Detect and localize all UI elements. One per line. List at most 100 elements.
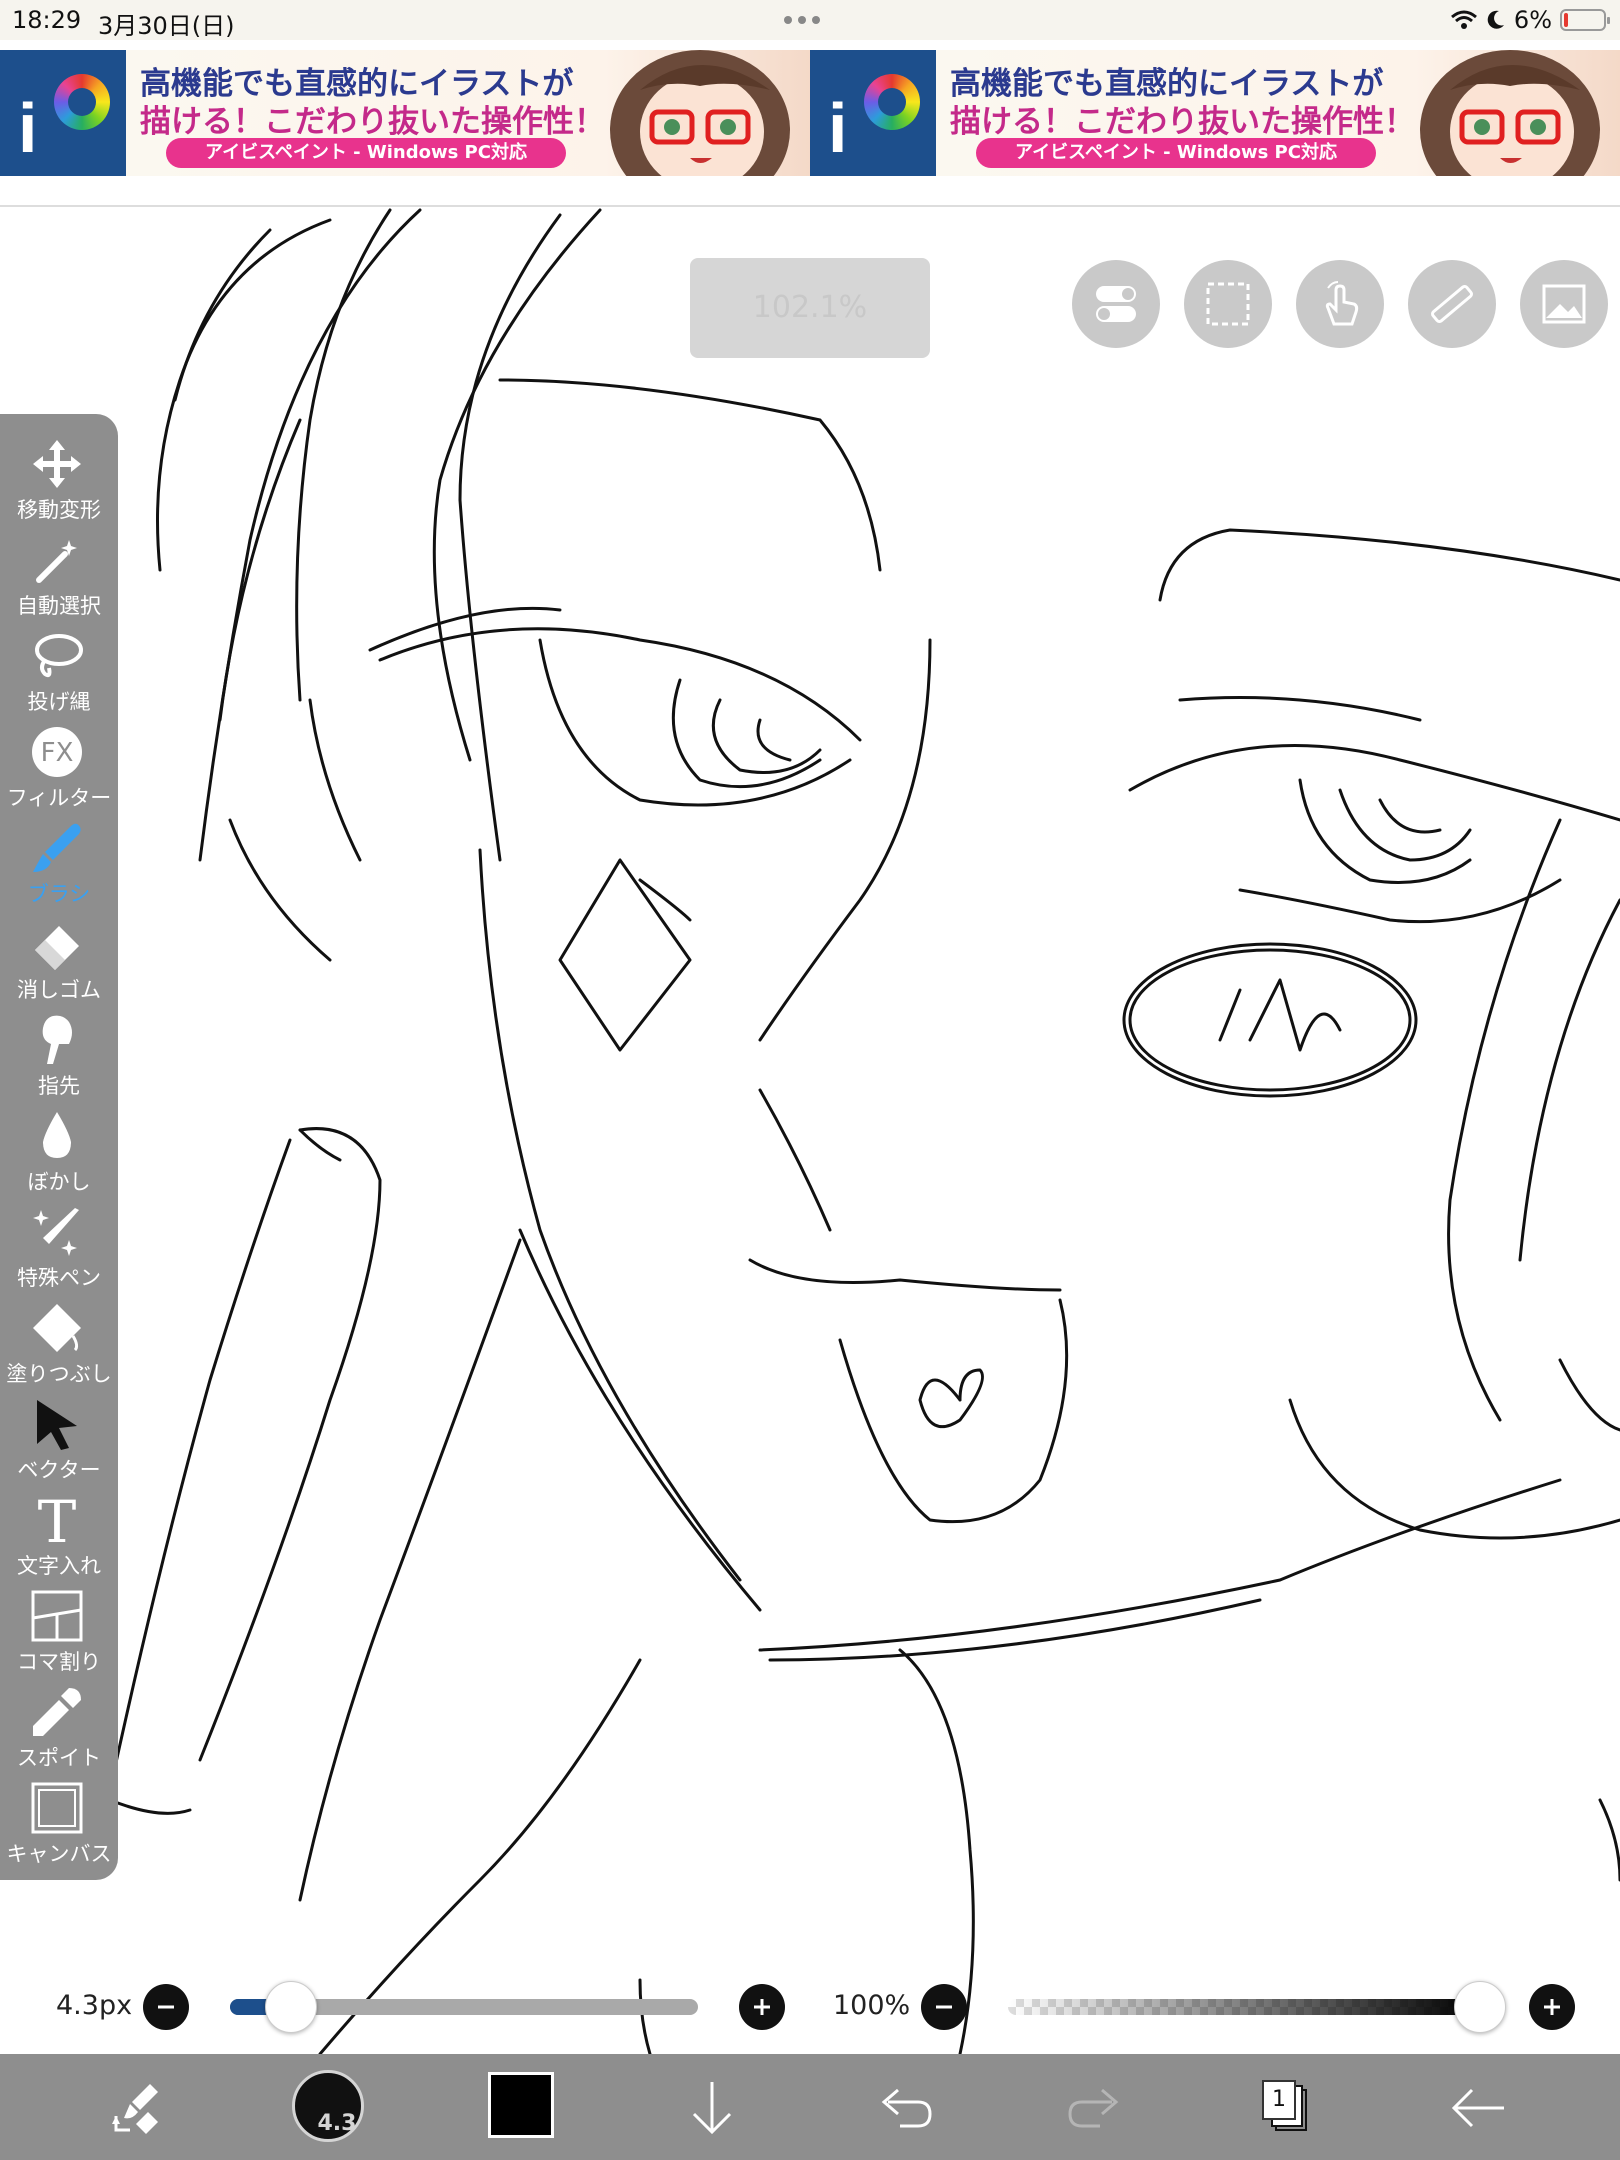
status-right: 6% (1450, 6, 1610, 34)
tool-eraser[interactable]: 消しゴム (0, 916, 118, 1012)
undo-icon (881, 2088, 932, 2128)
ad-character-illustration (610, 50, 790, 176)
ruler-icon (1431, 284, 1473, 324)
redo-icon (1068, 2088, 1119, 2128)
ad-banner[interactable]: i 高機能でも直感的にイラストが 描ける！こだわり抜いた操作性！ アイビスペイン… (0, 50, 1620, 176)
ad-unit-left[interactable]: i 高機能でも直感的にイラストが 描ける！こだわり抜いた操作性！ アイビスペイン… (0, 50, 810, 176)
brush-opacity-slider[interactable] (1008, 1999, 1480, 2015)
brush-preview-button[interactable]: 4.3 (292, 2070, 364, 2142)
magic-wand-icon (36, 540, 77, 583)
current-color-swatch[interactable] (488, 2072, 554, 2138)
ad-cta[interactable]: アイビスペイント - Windows PC対応 (166, 138, 566, 168)
moon-icon (1487, 10, 1504, 29)
fx-filter-icon: FX (32, 727, 82, 777)
tool-label: ベクター (17, 1458, 101, 1482)
tool-fill[interactable]: 塗りつぶし (0, 1300, 118, 1396)
tool-label: コマ割り (17, 1650, 101, 1674)
undo-button[interactable] (866, 2070, 942, 2146)
tool-text[interactable]: T 文字入れ (0, 1492, 118, 1588)
tool-label: キャンバス (6, 1842, 112, 1866)
brush-size-decrease-button[interactable] (143, 1984, 189, 2030)
selection-layer-button[interactable] (1184, 260, 1272, 348)
fx-text: FX (41, 738, 74, 768)
zoom-indicator: 102.1% (690, 258, 930, 358)
fill-bucket-icon (33, 1304, 81, 1352)
ibis-paint-logo: i (810, 50, 936, 176)
tool-move-transform[interactable]: 移動変形 (0, 436, 118, 532)
ibis-paint-logo: i (0, 50, 126, 176)
ruler-button[interactable] (1408, 260, 1496, 348)
touch-gesture-button[interactable] (1296, 260, 1384, 348)
plus-icon (1544, 1999, 1560, 2015)
status-time: 18:29 (12, 6, 82, 34)
brush-eraser-swap-icon (112, 2084, 158, 2134)
battery-percent: 6% (1513, 6, 1552, 34)
opacity-decrease-button[interactable] (921, 1984, 967, 2030)
tool-smudge[interactable]: 指先 (0, 1012, 118, 1108)
ad-subheadline: 描ける！こだわり抜いた操作性！ (950, 104, 1415, 140)
tool-label: 自動選択 (17, 594, 101, 618)
status-bar: 18:29 3月30日(日) 6% (0, 0, 1620, 40)
wifi-icon (1450, 10, 1477, 29)
tool-label: 投げ縄 (27, 690, 91, 714)
minus-icon (158, 2005, 174, 2009)
dashed-selection-icon (1206, 282, 1250, 326)
lasso-icon (35, 634, 83, 678)
brush-size-slider-handle[interactable] (264, 1981, 317, 2033)
vector-cursor-icon (37, 1400, 77, 1450)
plus-icon (754, 1999, 770, 2015)
toggle-panel-button[interactable] (1072, 260, 1160, 348)
tool-brush[interactable]: ブラシ (0, 820, 118, 916)
reference-image-button[interactable] (1520, 260, 1608, 348)
tool-frame-divider[interactable]: コマ割り (0, 1588, 118, 1684)
frame-divider-icon (31, 1590, 83, 1642)
image-icon (1542, 284, 1586, 324)
arrow-down-icon (692, 2082, 732, 2135)
brush-eraser-swap-button[interactable] (100, 2070, 176, 2146)
ad-character-illustration (1420, 50, 1600, 176)
text-icon-glyph: T (38, 1492, 77, 1548)
text-icon: T (38, 1492, 77, 1548)
status-date: 3月30日(日) (98, 12, 235, 40)
brush-icon (33, 823, 81, 872)
brush-size-label: 4.3px (56, 1990, 133, 2021)
tool-blur[interactable]: ぼかし (0, 1108, 118, 1204)
multitasking-dots-icon[interactable] (784, 16, 820, 24)
toggle-switch-icon (1096, 286, 1136, 322)
tool-label: 文字入れ (17, 1554, 101, 1578)
bottom-bar (0, 2054, 1620, 2160)
brush-preview-size: 4.3 (317, 2111, 357, 2136)
blur-drop-icon (43, 1112, 71, 1158)
tool-label: 指先 (38, 1074, 80, 1098)
tool-lasso[interactable]: 投げ縄 (0, 628, 118, 724)
drawing-canvas[interactable] (0, 206, 1620, 2054)
redo-button[interactable] (1058, 2070, 1134, 2146)
canvas-icon (31, 1782, 83, 1834)
back-button[interactable] (1440, 2070, 1516, 2146)
hand-touch-icon (1325, 281, 1359, 326)
tool-label: フィルター (6, 786, 112, 810)
tool-label: ブラシ (27, 882, 91, 906)
eraser-icon (35, 926, 79, 970)
tool-vector[interactable]: ベクター (0, 1396, 118, 1492)
tool-label: 移動変形 (17, 498, 101, 522)
special-pen-icon (33, 1208, 79, 1256)
battery-icon (1560, 9, 1610, 31)
tool-canvas[interactable]: キャンバス (0, 1780, 118, 1876)
layer-count: 1 (1262, 2080, 1296, 2120)
import-down-button[interactable] (674, 2070, 750, 2146)
tool-filter[interactable]: FX フィルター (0, 724, 118, 820)
tool-eyedropper[interactable]: スポイト (0, 1684, 118, 1780)
ad-unit-right[interactable]: i 高機能でも直感的にイラストが 描ける！こだわり抜いた操作性！ アイビスペイン… (810, 50, 1620, 176)
brush-opacity-slider-handle[interactable] (1454, 1981, 1506, 2033)
minus-icon (936, 2005, 952, 2009)
eyedropper-icon (33, 1688, 81, 1736)
opacity-increase-button[interactable] (1529, 1984, 1575, 2030)
ad-subheadline: 描ける！こだわり抜いた操作性！ (140, 104, 605, 140)
ad-cta[interactable]: アイビスペイント - Windows PC対応 (976, 138, 1376, 168)
brush-size-increase-button[interactable] (739, 1984, 785, 2030)
tool-magic-wand[interactable]: 自動選択 (0, 532, 118, 628)
tool-special-pen[interactable]: 特殊ペン (0, 1204, 118, 1300)
arrow-left-icon (1451, 2088, 1504, 2128)
tool-label: 消しゴム (17, 978, 101, 1002)
